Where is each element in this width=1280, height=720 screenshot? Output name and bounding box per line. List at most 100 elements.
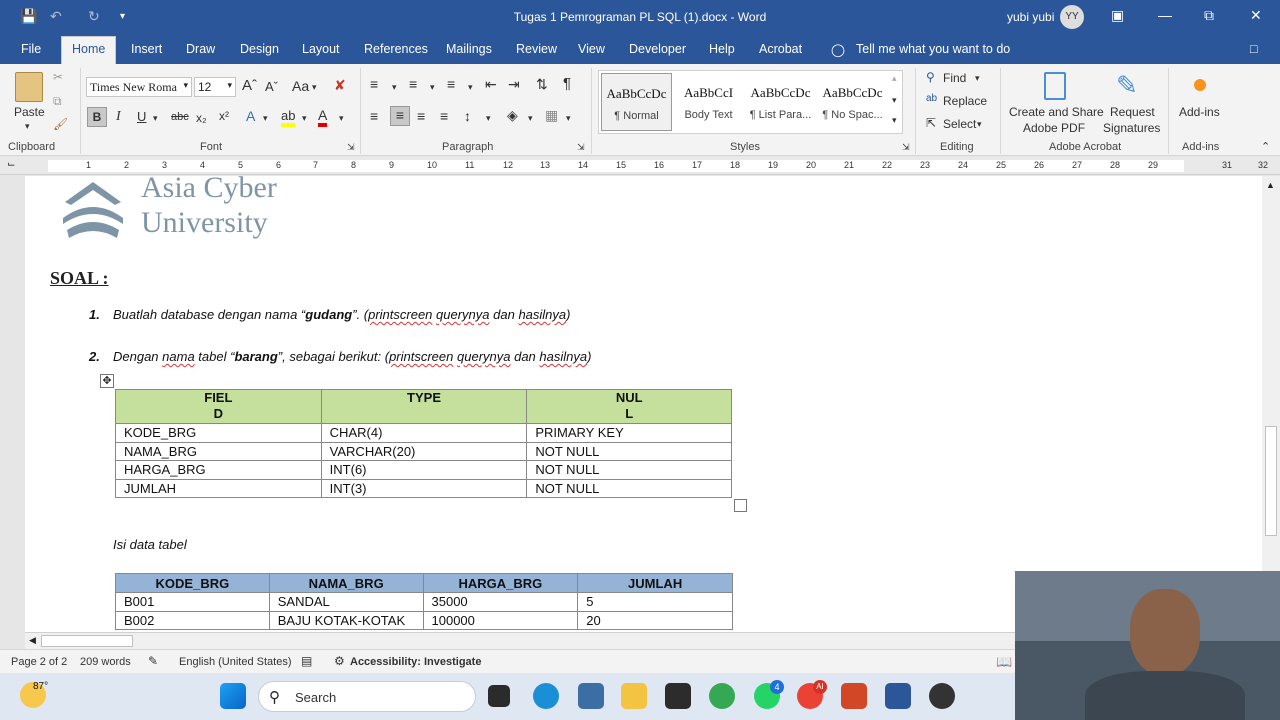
- table-cell[interactable]: NOT NULL: [526, 460, 732, 480]
- styles-dialog-launcher-icon[interactable]: ⇲: [902, 142, 910, 153]
- tab-acrobat[interactable]: Acrobat: [759, 42, 802, 56]
- table-cell[interactable]: HARGA_BRG: [115, 460, 322, 480]
- obs-icon[interactable]: [929, 683, 955, 709]
- vertical-scrollbar[interactable]: ▲: [1262, 176, 1280, 633]
- sort-icon[interactable]: ⇅: [536, 76, 548, 93]
- format-painter-icon[interactable]: 🖌: [53, 117, 68, 131]
- table-cell[interactable]: SANDAL: [268, 592, 424, 612]
- word-count[interactable]: 209 words: [80, 656, 131, 668]
- table-cell[interactable]: BAJU KOTAK-KOTAK: [268, 610, 424, 630]
- tell-me-search[interactable]: Tell me what you want to do: [856, 42, 1010, 56]
- chevron-down-icon[interactable]: ▾: [302, 113, 307, 124]
- style-body-text[interactable]: AaBbCcI Body Text: [673, 73, 744, 131]
- scroll-left-icon[interactable]: ◀: [29, 635, 36, 646]
- font-color-icon[interactable]: A: [318, 107, 328, 127]
- app-icon[interactable]: [665, 683, 691, 709]
- table-cell[interactable]: NAMA_BRG: [115, 441, 322, 461]
- chevron-down-icon[interactable]: ▾: [975, 73, 980, 84]
- paste-icon[interactable]: [15, 72, 43, 102]
- clear-formatting-icon[interactable]: ✘: [334, 77, 346, 94]
- ribbon-display-options-icon[interactable]: ▣: [1111, 7, 1124, 24]
- task-view-icon[interactable]: [488, 685, 510, 707]
- align-left-icon[interactable]: ≡: [370, 108, 378, 124]
- avatar[interactable]: YY: [1060, 5, 1084, 29]
- tab-selector-icon[interactable]: ⌙: [7, 159, 15, 170]
- table-cell[interactable]: INT(3): [320, 478, 528, 498]
- bold-button[interactable]: B: [87, 107, 107, 127]
- chevron-down-icon[interactable]: ▾: [312, 82, 317, 93]
- tab-view[interactable]: View: [578, 42, 605, 56]
- font-name-select[interactable]: Times New Roma ▾: [86, 77, 192, 97]
- remote-desktop-icon[interactable]: [578, 683, 604, 709]
- style-normal[interactable]: AaBbCcDc ¶ Normal: [601, 73, 672, 131]
- table-cell[interactable]: B002: [115, 610, 270, 630]
- multilevel-list-icon[interactable]: ≡: [447, 76, 455, 92]
- tab-draw[interactable]: Draw: [186, 42, 215, 56]
- numbering-icon[interactable]: ≡: [409, 76, 417, 92]
- justify-icon[interactable]: ≡: [440, 108, 448, 124]
- table-cell[interactable]: NOT NULL: [526, 478, 732, 498]
- create-share-line2[interactable]: Adobe PDF: [1023, 121, 1085, 135]
- table-cell[interactable]: VARCHAR(20): [320, 441, 528, 461]
- request-signatures-line2[interactable]: Signatures: [1103, 121, 1160, 135]
- select-button[interactable]: Select: [943, 117, 976, 131]
- highlight-icon[interactable]: ab: [281, 108, 296, 127]
- minimize-icon[interactable]: —: [1158, 7, 1172, 23]
- cut-icon[interactable]: ✂: [53, 70, 63, 84]
- hscroll-thumb[interactable]: [41, 635, 133, 647]
- table-cell[interactable]: KODE_BRG: [115, 423, 322, 443]
- styles-scroll-up-icon[interactable]: ▴: [892, 73, 897, 84]
- align-center-icon[interactable]: ≡: [390, 106, 410, 126]
- underline-button[interactable]: U: [137, 109, 146, 124]
- user-name[interactable]: yubi yubi: [1007, 10, 1054, 24]
- chevron-down-icon[interactable]: ▾: [566, 113, 571, 124]
- tab-file[interactable]: File: [21, 42, 41, 56]
- horizontal-scrollbar[interactable]: ◀: [25, 633, 1015, 649]
- tab-references[interactable]: References: [364, 42, 428, 56]
- line-spacing-icon[interactable]: ↕: [464, 108, 471, 124]
- table-cell[interactable]: INT(6): [320, 460, 528, 480]
- create-share-line1[interactable]: Create and Share: [1009, 105, 1104, 119]
- accessibility-check-icon[interactable]: ▤: [301, 654, 312, 668]
- add-ins-button[interactable]: Add-ins: [1179, 105, 1220, 119]
- table-cell[interactable]: 20: [577, 610, 733, 630]
- collapse-ribbon-icon[interactable]: ⌃: [1261, 140, 1270, 153]
- shading-icon[interactable]: ◈: [507, 107, 518, 124]
- chevron-down-icon[interactable]: ▾: [486, 113, 491, 124]
- tab-layout[interactable]: Layout: [302, 42, 340, 56]
- table-cell[interactable]: JUMLAH: [115, 478, 322, 498]
- paste-dropdown-icon[interactable]: ▾: [25, 121, 30, 132]
- chevron-down-icon[interactable]: ▾: [468, 82, 473, 93]
- request-signatures-line1[interactable]: Request: [1110, 105, 1155, 119]
- table-cell[interactable]: B001: [115, 592, 270, 612]
- page-indicator[interactable]: Page 2 of 2: [11, 656, 67, 668]
- scroll-up-icon[interactable]: ▲: [1266, 180, 1275, 190]
- tab-developer[interactable]: Developer: [629, 42, 686, 56]
- font-dialog-launcher-icon[interactable]: ⇲: [347, 142, 355, 153]
- chevron-down-icon[interactable]: ▾: [977, 119, 982, 130]
- question-1[interactable]: 1. Buatlah database dengan nama “gudang”…: [89, 307, 570, 322]
- paragraph-dialog-launcher-icon[interactable]: ⇲: [577, 142, 585, 153]
- comments-icon[interactable]: □: [1250, 42, 1258, 56]
- taskbar-search[interactable]: ⚲ Search: [258, 681, 476, 712]
- styles-scroll-down-icon[interactable]: ▾: [892, 95, 897, 106]
- table-move-handle-icon[interactable]: ✥: [100, 374, 114, 388]
- change-case-button[interactable]: Aa: [292, 78, 309, 94]
- subscript-icon[interactable]: x₂: [196, 111, 207, 125]
- table-cell[interactable]: CHAR(4): [320, 423, 528, 443]
- table-resize-handle[interactable]: [734, 499, 747, 512]
- table-cell[interactable]: 35000: [422, 592, 579, 612]
- bullets-icon[interactable]: ≡: [370, 76, 378, 92]
- strikethrough-icon[interactable]: abc: [171, 111, 189, 123]
- table-cell[interactable]: PRIMARY KEY: [526, 423, 732, 443]
- find-button[interactable]: Find: [943, 71, 966, 85]
- scroll-thumb[interactable]: [1265, 426, 1277, 536]
- tab-help[interactable]: Help: [709, 42, 735, 56]
- increase-indent-icon[interactable]: ⇥: [508, 76, 520, 93]
- windows-start-icon[interactable]: [220, 683, 246, 709]
- restore-icon[interactable]: ⧉: [1204, 7, 1214, 24]
- chevron-down-icon[interactable]: ▾: [153, 113, 158, 124]
- chevron-down-icon[interactable]: ▾: [430, 82, 435, 93]
- chrome-icon[interactable]: [709, 683, 735, 709]
- tab-mailings[interactable]: Mailings: [446, 42, 492, 56]
